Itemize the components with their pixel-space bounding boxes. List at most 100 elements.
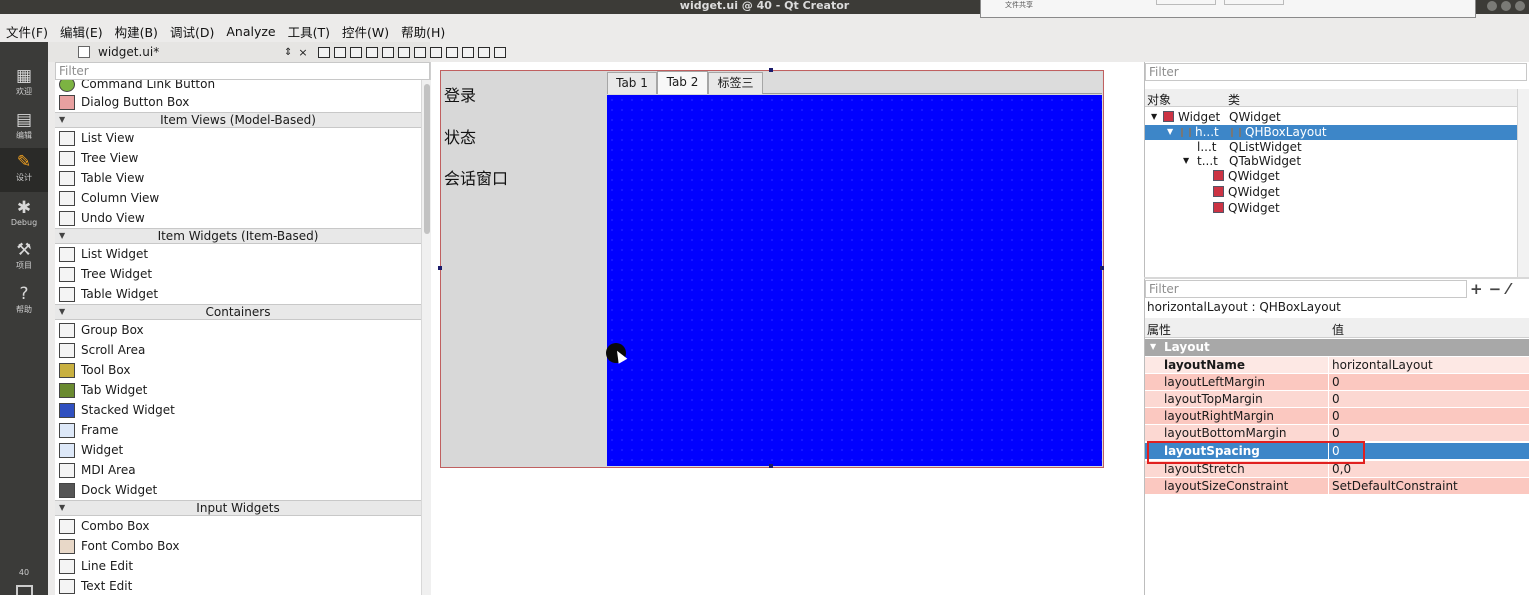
col-object[interactable]: 对象 [1147,91,1171,108]
widget-item-column-view[interactable]: Column View [55,188,421,208]
property-row-layout-name[interactable]: layoutName horizontalLayout [1145,357,1529,374]
tree-row-tabwidget[interactable]: ▼ t...t QTabWidget [1145,154,1517,169]
tree-row-hboxlayout[interactable]: ▼ h...t QHBoxLayout [1145,125,1517,140]
property-group-layout[interactable]: ▼ Layout [1145,339,1529,356]
widget-item-list-widget[interactable]: List Widget [55,244,421,264]
layout-grid-icon[interactable] [462,46,474,58]
property-row-size-constraint[interactable]: layoutSizeConstraint SetDefaultConstrain… [1145,478,1529,495]
resize-handle-bottom[interactable] [769,464,773,468]
widget-item-tab-widget[interactable]: Tab Widget [55,380,421,400]
add-property-icon[interactable]: + [1470,280,1483,298]
mode-projects[interactable]: ⚒ 项目 [0,240,48,271]
maximize-icon[interactable] [1501,1,1511,11]
property-row-left-margin[interactable]: layoutLeftMargin 0 [1145,374,1529,391]
menu-tools[interactable]: 工具(T) [288,22,330,41]
mode-welcome[interactable]: ▦ 欢迎 [0,66,48,97]
tree-row-widget[interactable]: ▼ Widget QWidget [1145,110,1517,125]
popup-button-1[interactable] [1156,0,1216,5]
widget-item-frame[interactable]: Frame [55,420,421,440]
remove-property-icon[interactable]: − [1489,280,1502,298]
layout-h-splitter-icon[interactable] [414,46,426,58]
open-file-combo[interactable]: widget.ui* [98,45,278,59]
widget-item-dock-widget[interactable]: Dock Widget [55,480,421,500]
menu-help[interactable]: 帮助(H) [401,22,445,41]
list-item-status[interactable]: 状态 [444,124,476,148]
property-row-top-margin[interactable]: layoutTopMargin 0 [1145,391,1529,408]
widget-item-group-box[interactable]: Group Box [55,320,421,340]
property-filter-input[interactable]: Filter [1145,280,1467,298]
menu-debug[interactable]: 调试(D) [170,22,214,41]
col-value[interactable]: 值 [1332,321,1344,338]
tree-row-listwidget[interactable]: l...t QListWidget [1145,140,1517,155]
tab-3[interactable]: 标签三 [708,72,763,94]
resize-handle-right[interactable] [1100,266,1104,270]
layout-horizontal-icon[interactable] [382,46,394,58]
widget-item-mdi-area[interactable]: MDI Area [55,460,421,480]
widget-item-widget[interactable]: Widget [55,440,421,460]
break-layout-icon[interactable] [478,46,490,58]
close-document-icon[interactable]: × [298,46,307,59]
menu-edit[interactable]: 编辑(E) [60,22,103,41]
close-icon[interactable] [1515,1,1525,11]
layout-vertical-icon[interactable] [398,46,410,58]
widget-item-tree-widget[interactable]: Tree Widget [55,264,421,284]
category-item-views[interactable]: ▼ Item Views (Model-Based) [55,112,421,128]
popup-button-2[interactable] [1224,0,1284,5]
edit-buddies-icon[interactable] [350,46,362,58]
monitor-icon[interactable] [16,585,33,595]
widget-item-dialog-button-box[interactable]: Dialog Button Box [55,92,421,112]
resize-handle-top[interactable] [769,68,773,72]
minimize-icon[interactable] [1487,1,1497,11]
menu-widgets[interactable]: 控件(W) [342,22,389,41]
widget-item-list-view[interactable]: List View [55,128,421,148]
widget-item-tool-box[interactable]: Tool Box [55,360,421,380]
category-item-widgets[interactable]: ▼ Item Widgets (Item-Based) [55,228,421,244]
menu-build[interactable]: 构建(B) [115,22,158,41]
layout-v-splitter-icon[interactable] [430,46,442,58]
property-row-right-margin[interactable]: layoutRightMargin 0 [1145,408,1529,425]
tree-row-qwidget-3[interactable]: QWidget [1145,201,1517,216]
mode-debug[interactable]: ✱ Debug [0,198,48,227]
panel-splitter[interactable] [1144,277,1529,279]
mode-edit[interactable]: ▤ 编辑 [0,110,48,141]
edit-widgets-icon[interactable] [318,46,330,58]
widget-item-scroll-area[interactable]: Scroll Area [55,340,421,360]
widget-item-line-edit[interactable]: Line Edit [55,556,421,576]
list-item-chat-window[interactable]: 会话窗口 [444,165,508,189]
widget-item-tree-view[interactable]: Tree View [55,148,421,168]
resize-handle-left[interactable] [438,266,442,270]
tab-1[interactable]: Tab 1 [607,72,657,94]
widget-item-combo-box[interactable]: Combo Box [55,516,421,536]
category-containers[interactable]: ▼ Containers [55,304,421,320]
list-item-login[interactable]: 登录 [444,82,476,106]
object-inspector-scrollbar[interactable] [1517,89,1529,277]
mode-design[interactable]: ✎ 设计 [0,148,48,192]
adjust-size-icon[interactable] [494,46,506,58]
col-class[interactable]: 类 [1228,91,1240,108]
tree-row-qwidget-1[interactable]: QWidget [1145,169,1517,184]
property-row-bottom-margin[interactable]: layoutBottomMargin 0 [1145,425,1529,442]
tab-page[interactable] [607,95,1102,466]
col-property[interactable]: 属性 [1147,321,1171,338]
edit-tab-order-icon[interactable] [366,46,378,58]
scrollbar-thumb[interactable] [424,84,430,234]
tab-2[interactable]: Tab 2 [657,71,708,94]
object-filter-input[interactable]: Filter [1145,63,1527,81]
edit-signals-icon[interactable] [334,46,346,58]
configure-icon[interactable]: ⁄ [1507,280,1510,298]
widget-filter-input[interactable]: Filter [55,62,430,80]
menu-file[interactable]: 文件(F) [6,22,48,41]
category-input-widgets[interactable]: ▼ Input Widgets [55,500,421,516]
combo-arrows-icon[interactable]: ⇕ [284,47,292,58]
mode-help[interactable]: ? 帮助 [0,284,48,315]
layout-form-icon[interactable] [446,46,458,58]
widget-item-table-widget[interactable]: Table Widget [55,284,421,304]
menu-analyze[interactable]: Analyze [226,24,275,39]
widget-box-scrollbar[interactable] [421,80,431,595]
widget-item-text-edit[interactable]: Text Edit [55,576,421,595]
widget-item-font-combo-box[interactable]: Font Combo Box [55,536,421,556]
widget-item-stacked-widget[interactable]: Stacked Widget [55,400,421,420]
widget-item-table-view[interactable]: Table View [55,168,421,188]
tree-row-qwidget-2[interactable]: QWidget [1145,185,1517,200]
widget-item-undo-view[interactable]: Undo View [55,208,421,228]
